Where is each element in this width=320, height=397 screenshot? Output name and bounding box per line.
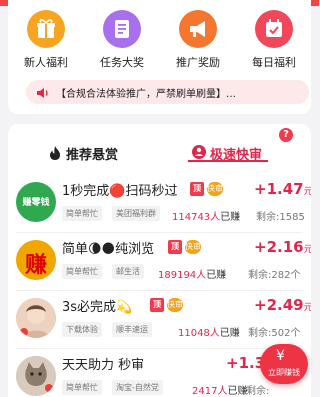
task-avatar: 赚 xyxy=(16,240,56,280)
task-price: +2.49元 xyxy=(254,296,311,314)
earn-now-label: 立即赚钱 xyxy=(268,368,300,377)
quick-actions-card: 新人福利 任务大奖 推广奖励 每日福利 【合规合法体验推广，严禁刷单刷量】… xyxy=(8,0,311,114)
task-tag: 下载体验 xyxy=(62,322,102,337)
quick-action-promo-reward[interactable]: 推广奖励 xyxy=(160,10,236,70)
tab-fast-review[interactable]: 极速快审 xyxy=(192,142,282,166)
task-tag: 简单帮忙 xyxy=(62,206,102,221)
earned-count: 11048人已赚 xyxy=(178,324,240,339)
earned-count-number: 2417人 xyxy=(192,386,228,397)
price-unit: 元 xyxy=(303,245,311,255)
task-avatar: 赚零钱 xyxy=(16,182,56,222)
earned-count: 114743人已赚 xyxy=(172,208,240,223)
quick-actions: 新人福利 任务大奖 推广奖励 每日福利 xyxy=(8,10,311,74)
fast-review-badge: 快审 xyxy=(167,298,183,312)
earned-count: 189194人已赚 xyxy=(158,266,226,281)
row-divider xyxy=(16,348,303,349)
earned-count-suffix: 已赚 xyxy=(227,386,248,397)
gift-icon xyxy=(27,10,65,48)
quick-action-daily[interactable]: 每日福利 xyxy=(236,10,312,70)
quick-action-label: 推广奖励 xyxy=(176,56,220,69)
fast-review-badge: 快审 xyxy=(185,240,201,254)
price-unit: 元 xyxy=(303,303,311,313)
earned-count-suffix: 已赚 xyxy=(220,212,241,223)
quick-action-label: 每日福利 xyxy=(252,56,296,69)
task-row[interactable]: 赚 简单🌘🌑纯浏览 顶 快审 简单帮忙 邮生活 189194人已赚 剩余:282… xyxy=(8,234,311,292)
calendar-icon xyxy=(255,10,293,48)
top-badge: 顶 xyxy=(168,240,182,254)
earned-count: 2417人已赚 xyxy=(192,382,247,397)
earned-count-number: 11048人 xyxy=(178,328,220,339)
notice-bar[interactable]: 【合规合法体验推广，严禁刷单刷量】… xyxy=(26,80,309,104)
task-row[interactable]: 3s必完成💫 顶 快审 下载体验 顺丰速运 11048人已赚 剩余:502个 +… xyxy=(8,292,311,350)
yen-icon: ¥ xyxy=(276,348,285,364)
price-unit: 元 xyxy=(303,187,311,197)
cat-photo-icon xyxy=(16,356,56,396)
price-value: +2.49 xyxy=(254,296,304,314)
task-title: 简单🌘🌑纯浏览 xyxy=(62,242,155,257)
task-tag: 邮生活 xyxy=(112,264,144,279)
quick-action-task-prize[interactable]: 任务大奖 xyxy=(84,10,160,70)
earn-now-button[interactable]: ¥ 立即赚钱 xyxy=(260,344,308,384)
notice-text: 【合规合法体验推广，严禁刷单刷量】… xyxy=(56,89,236,100)
fast-review-badge: 快审 xyxy=(207,182,223,196)
earned-count-suffix: 已赚 xyxy=(206,270,227,281)
task-price: +1.47元 xyxy=(254,180,311,198)
quick-action-newbie[interactable]: 新人福利 xyxy=(8,10,84,70)
task-tag: 简单帮忙 xyxy=(62,380,102,395)
remaining-count: 剩余:1585 xyxy=(256,212,305,223)
earned-count-suffix: 已赚 xyxy=(219,328,240,339)
task-avatar xyxy=(16,356,56,396)
task-title: 1秒完成🔴扫码秒过 xyxy=(62,184,178,199)
megaphone-icon xyxy=(179,10,217,48)
speaker-icon xyxy=(36,85,50,104)
person-photo-icon xyxy=(16,298,56,338)
task-tag: 简单帮忙 xyxy=(62,264,102,279)
avatar-text: 赚零钱 xyxy=(22,198,50,208)
help-badge[interactable]: ? xyxy=(279,128,293,142)
tab-active-indicator xyxy=(188,160,268,162)
flame-icon xyxy=(48,145,62,165)
remaining-count: 剩余:282个 xyxy=(248,270,301,281)
quick-action-label: 新人福利 xyxy=(24,56,68,69)
task-tag: 美团福利群 xyxy=(112,206,160,221)
top-badge: 顶 xyxy=(150,298,164,312)
task-row[interactable]: 赚零钱 1秒完成🔴扫码秒过 顶 快审 简单帮忙 美团福利群 114743人已赚 … xyxy=(8,176,311,234)
task-tag: 顺丰速运 xyxy=(112,322,152,337)
task-avatar xyxy=(16,298,56,338)
task-list-icon xyxy=(103,10,141,48)
top-badge: 顶 xyxy=(190,182,204,196)
tab-label: 推荐悬赏 xyxy=(66,148,119,163)
row-divider xyxy=(16,232,303,233)
price-value: +2.16 xyxy=(254,238,304,256)
task-title: 3s必完成💫 xyxy=(62,300,133,315)
task-title: 天天助力 秒审 xyxy=(62,358,145,373)
remaining-count: 剩余:502个 xyxy=(248,328,301,339)
task-price: +2.16元 xyxy=(254,238,311,256)
remaining-count: 剩余: xyxy=(246,386,270,397)
row-divider xyxy=(16,290,303,291)
quick-action-label: 任务大奖 xyxy=(100,56,144,69)
earned-count-number: 114743人 xyxy=(172,212,221,223)
earned-count-number: 189194人 xyxy=(158,270,207,281)
avatar-text: 赚 xyxy=(24,253,47,278)
task-tag: 淘宝-自然党 xyxy=(112,380,163,395)
price-value: +1.47 xyxy=(254,180,304,198)
tab-recommended[interactable]: 推荐悬赏 xyxy=(48,142,158,166)
